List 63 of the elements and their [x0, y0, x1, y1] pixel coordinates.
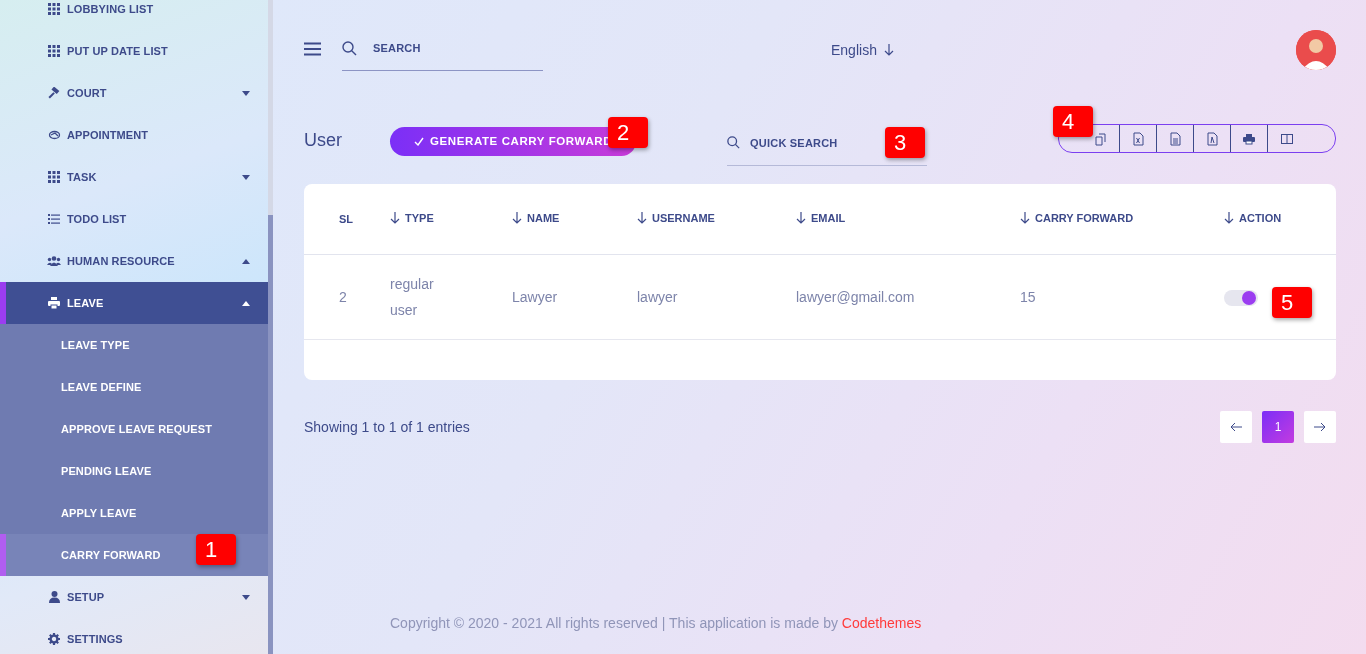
columns-icon [1279, 131, 1294, 146]
callout-badge: 5 [1272, 287, 1312, 318]
sidebar-subitem[interactable]: PENDING LEAVE [0, 450, 268, 492]
toggle-switch[interactable] [1224, 290, 1258, 307]
scrollbar-thumb[interactable] [268, 215, 273, 654]
sidebar-item[interactable]: PUT UP DATE LIST [0, 30, 268, 72]
document-icon [1168, 131, 1182, 146]
sort-arrow-icon [390, 212, 400, 226]
arrow-left-icon [1230, 422, 1242, 432]
sidebar-item[interactable]: SETTINGS [0, 618, 268, 654]
sort-arrow-icon [512, 212, 522, 226]
sidebar-subitem[interactable]: LEAVE TYPE [0, 324, 268, 366]
search-icon [342, 40, 357, 56]
search-field[interactable]: SEARCH [342, 26, 543, 71]
language-dropdown[interactable]: English [831, 41, 894, 58]
arrow-down-icon [883, 43, 894, 56]
column-header[interactable]: TYPE [390, 184, 512, 255]
sidebar-item[interactable]: APPOINTMENT [0, 114, 268, 156]
sidebar-item[interactable]: HUMAN RESOURCE [0, 240, 268, 282]
sort-arrow-icon [637, 212, 647, 226]
copy-icon [1094, 131, 1108, 146]
sidebar-item[interactable]: COURT [0, 72, 268, 114]
table-cell: regular user [390, 254, 512, 340]
avatar[interactable] [1296, 29, 1336, 70]
column-header[interactable]: USERNAME [637, 184, 796, 255]
sidebar-item[interactable]: TODO LIST [0, 198, 268, 240]
table-cell: 2 [304, 254, 390, 340]
column-header[interactable]: CARRY FORWARD [1020, 184, 1224, 255]
column-header[interactable]: EMAIL [796, 184, 1020, 255]
printer-icon [1242, 131, 1256, 146]
search-placeholder: SEARCH [373, 42, 421, 54]
search-icon [727, 136, 741, 149]
pdf-file-icon [1205, 131, 1219, 146]
callout-badge: 2 [608, 117, 648, 148]
callout-badge: 3 [885, 127, 925, 158]
column-header[interactable]: ACTION [1224, 184, 1336, 255]
table-cell: lawyer@gmail.com [796, 254, 1020, 340]
column-header: SL [304, 184, 390, 255]
arrow-right-icon [1314, 422, 1326, 432]
check-icon [414, 136, 424, 146]
column-header[interactable]: NAME [512, 184, 637, 255]
sidebar-item[interactable]: LEAVE [0, 282, 268, 324]
menu-icon[interactable] [304, 41, 321, 56]
sidebar-item[interactable]: LOBBYING LIST [0, 0, 268, 30]
table-cell: 15 [1020, 254, 1224, 340]
spreadsheet-file-icon [1131, 131, 1145, 146]
table-cell: lawyer [637, 254, 796, 340]
sidebar-item[interactable]: SETUP [0, 576, 268, 618]
callout-badge: 1 [196, 534, 236, 565]
page-title: User [304, 129, 342, 151]
sidebar-item[interactable]: TASK [0, 156, 268, 198]
sidebar-subitem[interactable]: LEAVE DEFINE [0, 366, 268, 408]
search-placeholder: QUICK SEARCH [750, 136, 838, 149]
page-button[interactable]: 1 [1262, 411, 1294, 443]
sort-arrow-icon [796, 212, 806, 226]
table-cell: Lawyer [512, 254, 637, 340]
copyright-text: Copyright © 2020 - 2021 All rights reserved | This application is made by Codethemes [390, 615, 923, 631]
sort-arrow-icon [1224, 212, 1234, 226]
sidebar-subitem[interactable]: APPROVE LEAVE REQUEST [0, 408, 268, 450]
sort-arrow-icon [1020, 212, 1030, 226]
callout-badge: 4 [1053, 106, 1093, 137]
sidebar-subitem[interactable]: APPLY LEAVE [0, 492, 268, 534]
entries-info: Showing 1 to 1 of 1 entries [304, 419, 470, 435]
